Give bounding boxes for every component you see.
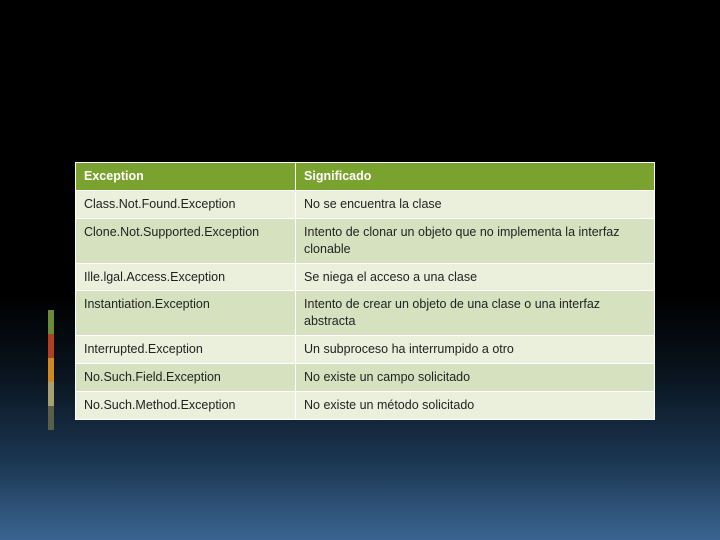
cell-exception: No.Such.Method.Exception: [76, 391, 296, 419]
accent-stripe: [48, 310, 54, 334]
cell-meaning: No existe un método solicitado: [296, 391, 655, 419]
accent-stripe: [48, 382, 54, 406]
cell-meaning: Intento de clonar un objeto que no imple…: [296, 218, 655, 263]
cell-meaning: Intento de crear un objeto de una clase …: [296, 291, 655, 336]
cell-meaning: Se niega el acceso a una clase: [296, 263, 655, 291]
accent-stripe: [48, 406, 54, 430]
table-row: Ille.lgal.Access.Exception Se niega el a…: [76, 263, 655, 291]
table-row: Clone.Not.Supported.Exception Intento de…: [76, 218, 655, 263]
cell-exception: Interrupted.Exception: [76, 336, 296, 364]
cell-exception: Ille.lgal.Access.Exception: [76, 263, 296, 291]
header-meaning: Significado: [296, 163, 655, 191]
accent-stripe: [48, 358, 54, 382]
cell-meaning: No se encuentra la clase: [296, 190, 655, 218]
accent-stripe: [48, 334, 54, 358]
cell-exception: No.Such.Field.Exception: [76, 364, 296, 392]
cell-meaning: Un subproceso ha interrumpido a otro: [296, 336, 655, 364]
header-exception: Exception: [76, 163, 296, 191]
table-row: No.Such.Field.Exception No existe un cam…: [76, 364, 655, 392]
table-header-row: Exception Significado: [76, 163, 655, 191]
cell-meaning: No existe un campo solicitado: [296, 364, 655, 392]
table-row: Interrupted.Exception Un subproceso ha i…: [76, 336, 655, 364]
table-row: No.Such.Method.Exception No existe un mé…: [76, 391, 655, 419]
table-row: Class.Not.Found.Exception No se encuentr…: [76, 190, 655, 218]
exceptions-table: Exception Significado Class.Not.Found.Ex…: [75, 162, 655, 420]
cell-exception: Clone.Not.Supported.Exception: [76, 218, 296, 263]
table-row: Instantiation.Exception Intento de crear…: [76, 291, 655, 336]
accent-color-bar: [48, 310, 54, 430]
cell-exception: Instantiation.Exception: [76, 291, 296, 336]
cell-exception: Class.Not.Found.Exception: [76, 190, 296, 218]
